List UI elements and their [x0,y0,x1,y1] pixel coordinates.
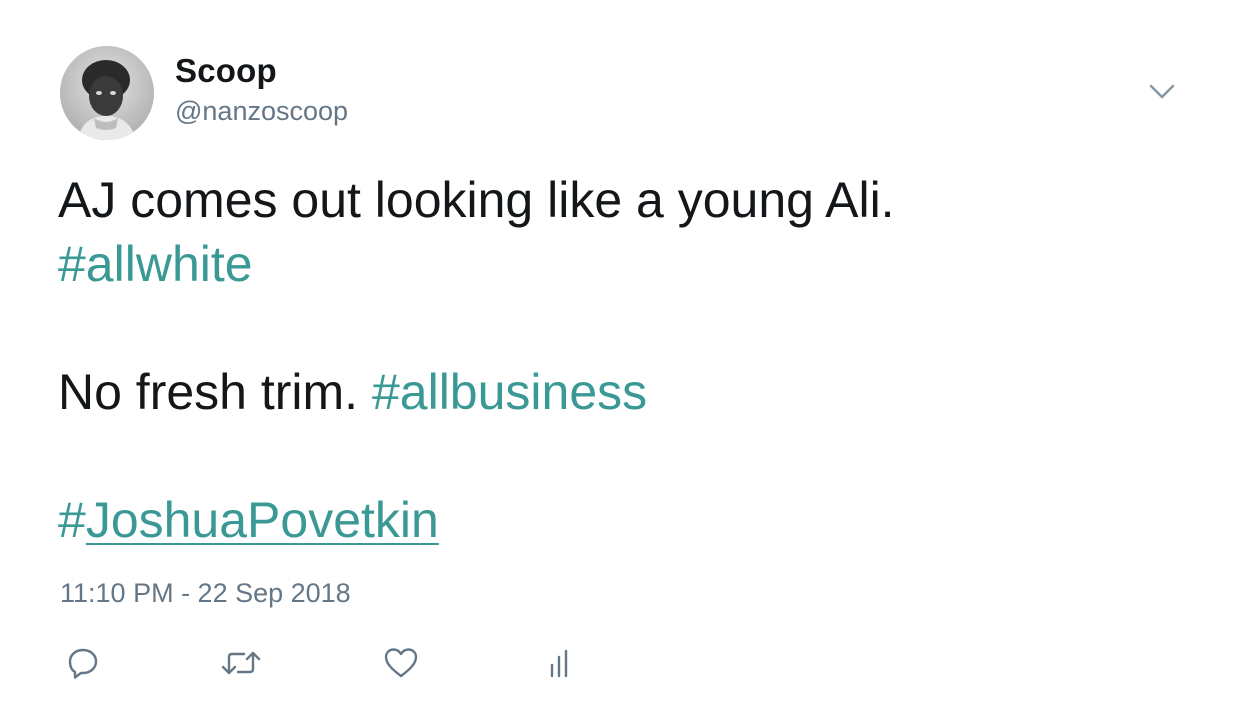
display-name[interactable]: Scoop [175,52,277,90]
hashtag-link-allbusiness[interactable]: #allbusiness [372,364,647,420]
tweet-line: AJ comes out looking like a young Ali. [58,172,895,228]
reply-icon [68,648,98,679]
analytics-button[interactable] [538,640,584,686]
tweet-card: Scoop @nanzoscoop AJ comes out looking l… [0,0,1246,714]
tweet-line: #JoshuaPovetkin [58,488,1208,552]
like-button[interactable] [378,640,424,686]
retweet-button[interactable] [218,640,264,686]
tweet-timestamp[interactable]: 11:10 PM - 22 Sep 2018 [60,578,351,609]
hashtag-word: JoshuaPovetkin [85,492,439,548]
avatar[interactable] [60,46,154,140]
analytics-icon [550,649,568,678]
tweet-line-text: No fresh trim. [58,364,359,420]
hashtag-link-joshuapovetkin[interactable]: #JoshuaPovetkin [58,492,439,548]
hashtag-symbol: # [58,492,86,548]
heart-icon [384,648,418,678]
tweet-line: #allwhite [58,232,1208,296]
retweet-icon [221,651,261,675]
user-handle[interactable]: @nanzoscoop [175,96,348,127]
tweet-text: AJ comes out looking like a young Ali. #… [58,168,1208,552]
tweet-line: No fresh trim. #allbusiness [58,360,1208,424]
avatar-photo-icon [60,46,154,140]
reply-button[interactable] [60,640,106,686]
hashtag-link-allwhite[interactable]: #allwhite [58,236,253,292]
chevron-down-icon[interactable] [1146,78,1178,106]
